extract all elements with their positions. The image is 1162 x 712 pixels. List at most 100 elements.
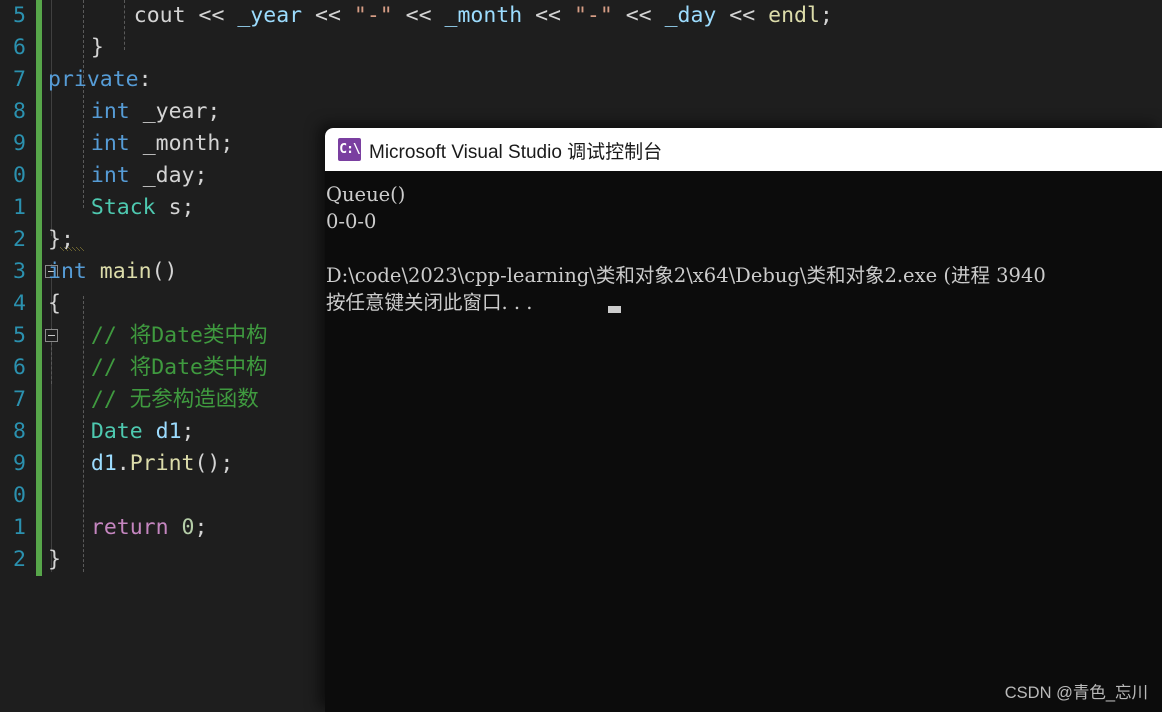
- code-token: private: [48, 67, 139, 92]
- code-token: ;: [220, 131, 234, 156]
- code-token: .: [116, 451, 130, 476]
- code-token: endl: [768, 3, 820, 28]
- code-token: <<: [185, 3, 238, 28]
- console-output-line: 0-0-0: [326, 210, 377, 233]
- line-number: 9: [13, 131, 26, 156]
- code-token: int: [90, 163, 130, 188]
- code-token: "-": [573, 3, 613, 28]
- code-text: };: [48, 224, 74, 256]
- code-token: :: [138, 67, 152, 92]
- console-output-line: D:\code\2023\cpp-learning\类和对象2\x64\Debu…: [326, 264, 1046, 287]
- code-text: // 将Date类中构: [91, 352, 268, 384]
- console-output-area[interactable]: Queue() 0-0-0 D:\code\2023\cpp-learning\类和…: [325, 171, 1162, 712]
- code-token: ;: [194, 515, 208, 540]
- line-number: 7: [13, 67, 26, 92]
- code-token: Date: [90, 419, 143, 444]
- code-text: Date d1;: [91, 416, 195, 448]
- code-token: int: [90, 99, 130, 124]
- code-text: int _month;: [91, 128, 233, 160]
- console-app-icon: C:\: [338, 138, 361, 161]
- code-token: _day: [142, 163, 195, 188]
- line-number: 4: [13, 291, 26, 316]
- code-token: _year: [142, 99, 208, 124]
- code-text: private:: [48, 64, 152, 96]
- code-token: 0: [181, 515, 195, 540]
- code-token: _day: [664, 3, 717, 28]
- code-line[interactable]: 6}: [0, 32, 1162, 64]
- line-number: 8: [13, 419, 26, 444]
- code-token: <<: [392, 3, 445, 28]
- code-token: {: [48, 291, 61, 316]
- code-token: main: [99, 259, 152, 284]
- console-titlebar[interactable]: C:\ Microsoft Visual Studio 调试控制台: [325, 128, 1162, 171]
- code-token: ;: [181, 195, 195, 220]
- code-token: ();: [194, 451, 234, 476]
- line-number: 1: [13, 195, 26, 220]
- code-token: d1: [155, 419, 182, 444]
- code-text: }: [91, 32, 104, 64]
- line-number: 2: [13, 227, 26, 252]
- code-token: <<: [522, 3, 574, 28]
- code-text: // 将Date类中构: [91, 320, 268, 352]
- code-token: <<: [612, 3, 665, 28]
- csdn-watermark: CSDN @青色_忘川: [1004, 684, 1148, 702]
- code-token: _year: [237, 3, 303, 28]
- console-output-line: 按任意键关闭此窗口. . .: [326, 291, 533, 314]
- code-token: // 将Date类中构: [90, 355, 268, 380]
- line-number: 7: [13, 387, 26, 412]
- code-token: int: [48, 259, 87, 284]
- line-number: 0: [13, 483, 26, 508]
- debug-console-window[interactable]: C:\ Microsoft Visual Studio 调试控制台 Queue(…: [325, 128, 1162, 712]
- code-token: Stack: [90, 195, 156, 220]
- line-number: 1: [13, 515, 26, 540]
- code-token: Print: [129, 451, 195, 476]
- code-token: <<: [302, 3, 354, 28]
- line-number: 0: [13, 163, 26, 188]
- line-number: 8: [13, 99, 26, 124]
- code-token: return: [90, 515, 169, 540]
- code-token: (): [151, 259, 178, 284]
- line-number: 6: [13, 355, 26, 380]
- console-output-line: Queue(): [326, 183, 406, 206]
- console-cursor: [608, 306, 621, 313]
- code-token: // 无参构造函数: [90, 387, 259, 412]
- code-token: ;: [207, 99, 221, 124]
- code-token: }: [90, 35, 104, 60]
- code-line[interactable]: 8 int _year;: [0, 96, 1162, 128]
- code-line[interactable]: 5 cout << _year << "-" << _month << "-" <…: [0, 0, 1162, 32]
- code-token: d1: [90, 451, 117, 476]
- line-number: 5: [13, 323, 26, 348]
- code-token: ;: [194, 163, 208, 188]
- code-token: ;: [819, 3, 833, 28]
- code-text: d1.Print();: [91, 448, 233, 480]
- code-text: return 0;: [91, 512, 208, 544]
- code-text: int _year;: [91, 96, 220, 128]
- code-token: // 将Date类中构: [90, 323, 268, 348]
- code-text: int _day;: [91, 160, 208, 192]
- console-title-label: Microsoft Visual Studio 调试控制台: [369, 142, 663, 163]
- code-token: <<: [716, 3, 769, 28]
- code-token: _month: [142, 131, 221, 156]
- code-token: };: [48, 227, 74, 252]
- code-text: int main(): [48, 256, 177, 288]
- line-number: 3: [13, 259, 26, 284]
- line-number: 2: [13, 547, 26, 572]
- code-text: cout << _year << "-" << _month << "-" <<…: [134, 0, 833, 32]
- code-token: int: [90, 131, 130, 156]
- code-line[interactable]: 7 private:: [0, 64, 1162, 96]
- line-number: 6: [13, 35, 26, 60]
- code-token: "-": [353, 3, 393, 28]
- code-token: s: [168, 195, 182, 220]
- code-token: }: [48, 547, 61, 572]
- code-token: ;: [181, 419, 195, 444]
- code-text: }: [48, 544, 61, 576]
- line-number: 9: [13, 451, 26, 476]
- line-number: 5: [13, 3, 26, 28]
- code-text: Stack s;: [91, 192, 195, 224]
